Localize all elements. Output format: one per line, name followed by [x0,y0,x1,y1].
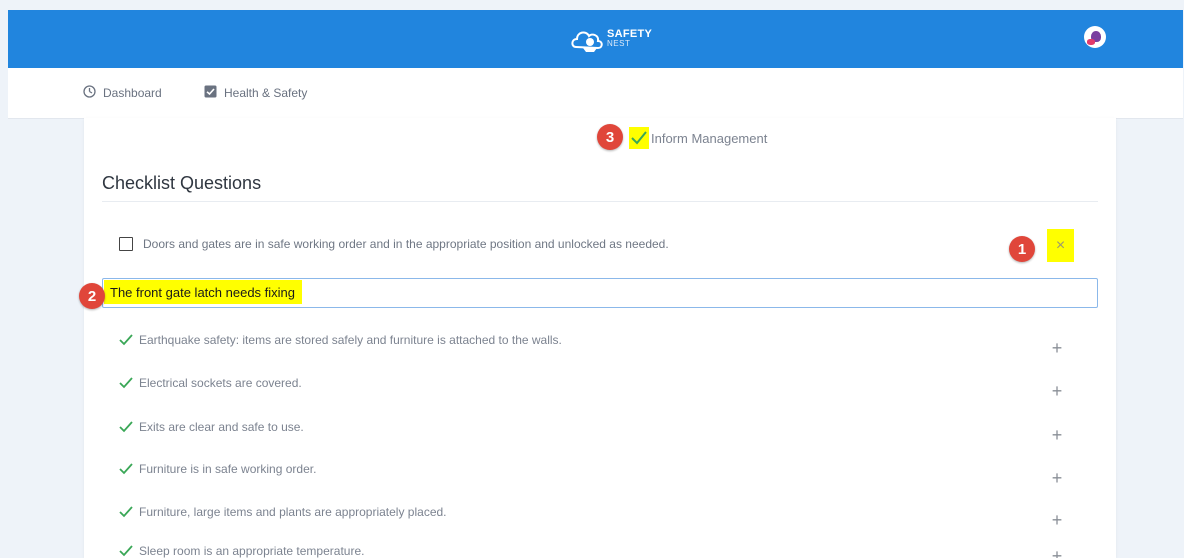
checkmark-icon [119,545,133,557]
brand-subtitle: NEST [607,39,631,48]
list-item: Furniture is in safe working order. [119,462,316,476]
dashboard-icon [83,85,96,101]
item-text: Sleep room is an appropriate temperature… [139,544,365,558]
annotation-badge-1: 1 [1009,236,1035,262]
add-note-button[interactable]: + [1046,380,1068,402]
list-item: Electrical sockets are covered. [119,376,302,390]
divider [102,201,1098,202]
add-note-button[interactable]: + [1046,467,1068,489]
checkmark-icon [119,506,133,518]
question-row: Doors and gates are in safe working orde… [119,237,669,251]
note-input-value: The front gate latch needs fixing [104,280,303,304]
close-icon: × [1055,236,1066,254]
add-note-button[interactable]: + [1046,424,1068,446]
add-note-button[interactable]: + [1046,509,1068,531]
nav-item-health-safety[interactable]: Health & Safety [204,85,307,101]
checkmark-icon [119,377,133,389]
checkmark-icon [119,463,133,475]
top-header: SAFETY NEST [8,10,1183,68]
add-note-button[interactable]: + [1046,337,1068,359]
app-logo[interactable]: SAFETY NEST [570,25,660,55]
nav-label-health-safety: Health & Safety [224,86,308,100]
checkmark-icon [119,334,133,346]
list-item: Earthquake safety: items are stored safe… [119,333,562,347]
user-avatar[interactable] [1084,26,1106,48]
list-item: Exits are clear and safe to use. [119,420,304,434]
checkmark-icon [629,127,649,149]
nav-item-dashboard[interactable]: Dashboard [83,85,162,101]
item-text: Earthquake safety: items are stored safe… [139,333,562,347]
question-text: Doors and gates are in safe working orde… [143,237,669,251]
item-text: Electrical sockets are covered. [139,376,302,390]
nav-bar: Dashboard Health & Safety [8,68,1183,119]
inform-management-toggle[interactable]: Inform Management [629,126,767,150]
add-note-button[interactable]: + [1046,546,1068,558]
list-item: Sleep room is an appropriate temperature… [119,544,364,558]
checkbox-icon [204,85,217,101]
item-text: Exits are clear and safe to use. [139,420,304,434]
nav-label-dashboard: Dashboard [103,86,162,100]
annotation-badge-3: 3 [597,124,623,150]
item-text: Furniture, large items and plants are ap… [139,505,447,519]
brand-name: SAFETY [607,28,653,40]
question-checkbox[interactable] [119,237,133,251]
checklist-title: Checklist Questions [102,173,262,193]
cloud-icon [571,31,603,52]
checkmark-icon [119,421,133,433]
remove-note-button[interactable]: × [1047,229,1074,262]
list-item: Furniture, large items and plants are ap… [119,505,447,519]
item-text: Furniture is in safe working order. [139,462,317,476]
annotation-badge-2: 2 [79,283,105,309]
inform-management-label: Inform Management [651,130,768,146]
